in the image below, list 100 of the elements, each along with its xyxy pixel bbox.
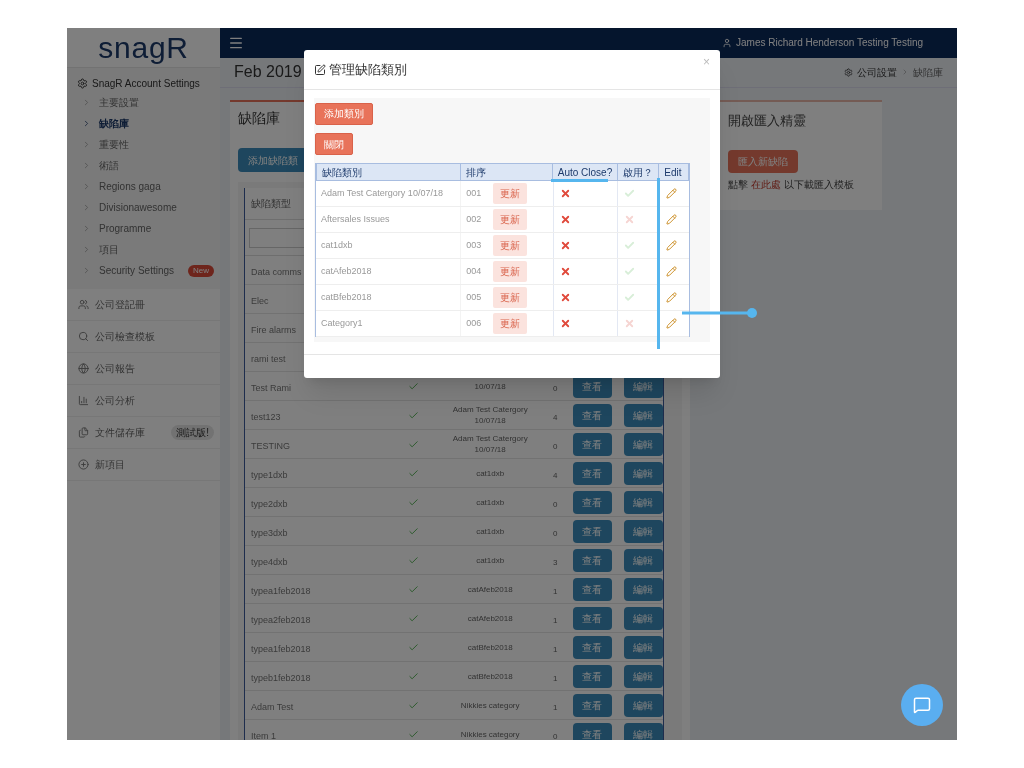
add-category-button[interactable]: 添加類別 (315, 102, 373, 125)
update-button[interactable]: 更新 (493, 209, 528, 230)
table-cell: test123 (251, 412, 281, 422)
table-cell-text: cat1dxb (475, 525, 506, 537)
sidebar-item[interactable]: Programme (99, 221, 152, 236)
breadcrumb-link[interactable]: 公司設置 (857, 64, 897, 80)
beta-badge: 測試版! (171, 425, 214, 440)
globe-icon (78, 363, 89, 374)
view-button[interactable]: 查看 (572, 403, 612, 427)
table-cell: type4dxb (251, 557, 288, 567)
table-cell: 1 (552, 703, 558, 712)
column-header: Auto Close? (557, 165, 613, 180)
order-value: 001 (466, 186, 482, 200)
chevron-icon (82, 266, 91, 275)
panel-title: 缺陷庫 (238, 108, 280, 128)
table-cell: typea2feb2018 (251, 615, 311, 625)
edit-icon (314, 63, 326, 76)
view-button[interactable]: 查看 (572, 519, 612, 543)
table-cell: Data comms (251, 267, 302, 277)
update-button[interactable]: 更新 (493, 261, 528, 282)
close-modal-button[interactable]: 關閉 (315, 133, 353, 155)
sidebar-item[interactable]: 公司報告 (95, 361, 135, 376)
order-value: 005 (466, 290, 482, 304)
edit-button[interactable]: 編輯 (623, 606, 663, 630)
edit-button[interactable]: 編輯 (623, 432, 663, 456)
user-icon (722, 37, 733, 48)
update-button[interactable]: 更新 (493, 235, 528, 256)
table-cell: 4 (552, 413, 558, 422)
import-button[interactable]: 匯入新缺陷 (728, 150, 798, 173)
order-value: 006 (466, 316, 482, 330)
search-icon (78, 331, 89, 342)
view-button[interactable]: 查看 (572, 722, 612, 740)
edit-button[interactable]: 編輯 (623, 403, 663, 427)
table-cell: type2dxb (251, 499, 288, 509)
chevron-icon (82, 98, 91, 107)
sidebar-item[interactable]: 公司檢查模板 (95, 329, 155, 344)
edit-button[interactable]: 編輯 (623, 693, 663, 717)
pencil-icon[interactable] (666, 318, 678, 329)
view-button[interactable]: 查看 (572, 490, 612, 514)
sidebar-item[interactable]: Security Settings (99, 263, 175, 278)
pencil-icon[interactable] (666, 292, 678, 303)
pencil-icon[interactable] (666, 240, 678, 251)
table-cell-text: catAfeb2018 (466, 583, 514, 595)
update-button[interactable]: 更新 (493, 183, 528, 204)
table-cell-text: catAfeb2018 (466, 612, 514, 624)
edit-button[interactable]: 編輯 (623, 548, 663, 572)
edit-button[interactable]: 編輯 (623, 490, 663, 514)
user-name[interactable]: James Richard Henderson Testing Testing (736, 35, 923, 51)
pencil-icon[interactable] (666, 188, 678, 199)
pencil-icon[interactable] (666, 214, 678, 225)
order-value: 004 (466, 264, 482, 278)
column-header: Edit (664, 165, 682, 180)
hint-text: 以下載匯入模板 (784, 178, 854, 192)
edit-button[interactable]: 編輯 (623, 461, 663, 485)
view-button[interactable]: 查看 (572, 693, 612, 717)
bar-chart-icon (78, 395, 89, 406)
edit-button[interactable]: 編輯 (623, 519, 663, 543)
users-icon (78, 299, 89, 310)
table-cell-text: catBfeb2018 (466, 641, 514, 653)
table-cell: typea1feb2018 (251, 644, 311, 654)
sidebar-item[interactable]: Regions gaga (99, 179, 161, 194)
update-button[interactable]: 更新 (493, 313, 528, 334)
view-button[interactable]: 查看 (572, 461, 612, 485)
view-button[interactable]: 查看 (572, 577, 612, 601)
plus-circle-icon (78, 459, 89, 470)
sidebar-item[interactable]: 新項目 (95, 457, 125, 472)
sidebar-item[interactable]: 項目 (99, 242, 119, 257)
table-cell-text: Nikkies category (459, 728, 521, 740)
table-cell-text: cat1dxb (475, 496, 506, 508)
view-button[interactable]: 查看 (572, 664, 612, 688)
category-name: Aftersales Issues (321, 212, 390, 226)
files-icon (78, 427, 89, 438)
table-cell: 1 (552, 674, 558, 683)
table-cell-text: cat1dxb (475, 554, 506, 566)
view-button[interactable]: 查看 (572, 548, 612, 572)
template-link[interactable]: 在此處 (751, 177, 781, 192)
sidebar-item[interactable]: 公司登記冊 (95, 297, 145, 312)
chevron-icon (82, 161, 91, 170)
edit-button[interactable]: 編輯 (623, 664, 663, 688)
sidebar-item[interactable]: 文件儲存庫 (95, 425, 145, 440)
update-button[interactable]: 更新 (493, 287, 528, 308)
edit-button[interactable]: 編輯 (623, 635, 663, 659)
pencil-icon[interactable] (666, 266, 678, 277)
annotation-underline (551, 179, 608, 182)
category-name: Adam Test Catergory 10/07/18 (321, 186, 443, 200)
view-button[interactable]: 查看 (572, 635, 612, 659)
edit-button[interactable]: 編輯 (623, 722, 663, 740)
gear-icon (844, 67, 853, 77)
table-cell: TESTING (251, 441, 290, 451)
close-button[interactable]: × (703, 56, 710, 68)
sidebar-item[interactable]: 公司分析 (95, 393, 135, 408)
sidebar-item[interactable]: Divisionawesome (99, 200, 177, 215)
edit-button[interactable]: 編輯 (623, 577, 663, 601)
import-title: 開啟匯入精靈 (728, 113, 806, 128)
sidebar-item[interactable]: 缺陷庫 (99, 116, 129, 131)
category-name: catAfeb2018 (321, 264, 372, 278)
gears-icon (77, 77, 88, 89)
view-button[interactable]: 查看 (572, 432, 612, 456)
view-button[interactable]: 查看 (572, 606, 612, 630)
category-name: Category1 (321, 316, 363, 330)
